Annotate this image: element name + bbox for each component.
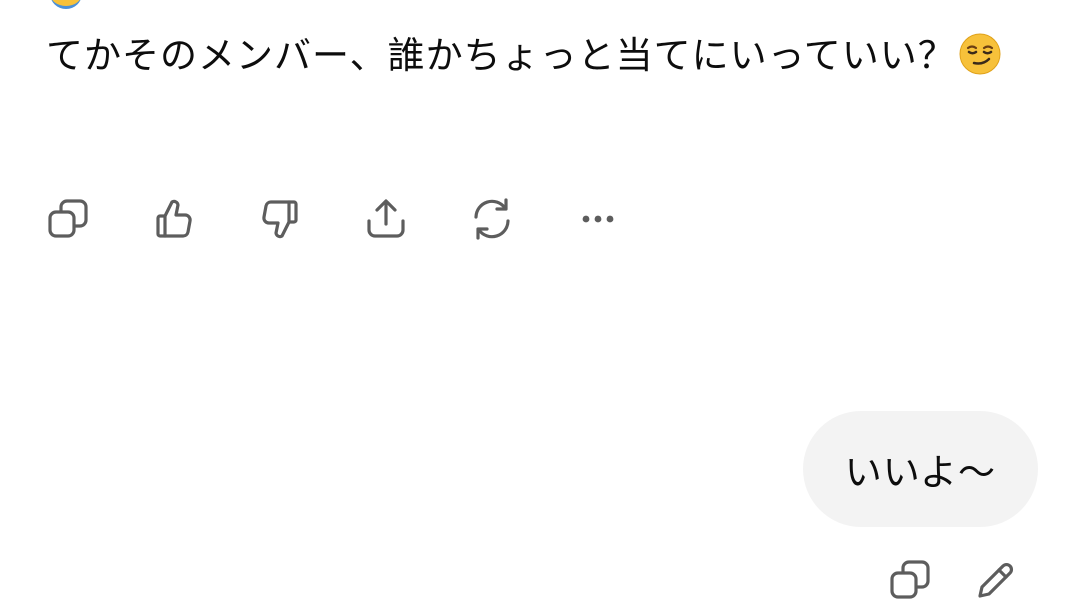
more-icon bbox=[576, 197, 620, 241]
user-copy-button[interactable] bbox=[886, 556, 934, 604]
assistant-message: てかそのメンバー、誰かちょっと当てにいっていい？ bbox=[46, 22, 1006, 90]
copy-icon bbox=[46, 197, 90, 241]
thumbs-down-icon bbox=[258, 197, 302, 241]
user-message-action-bar bbox=[848, 556, 1020, 604]
regenerate-icon bbox=[470, 197, 514, 241]
previous-emoji-fragment bbox=[50, 0, 82, 9]
thumbs-up-icon bbox=[152, 197, 196, 241]
thumbs-down-button[interactable] bbox=[256, 195, 304, 243]
edit-button[interactable] bbox=[972, 556, 1020, 604]
smirking-face-emoji bbox=[958, 30, 1002, 75]
share-icon bbox=[364, 197, 408, 241]
thumbs-up-button[interactable] bbox=[150, 195, 198, 243]
assistant-message-text: てかそのメンバー、誰かちょっと当てにいっていい？ bbox=[46, 34, 956, 77]
more-button[interactable] bbox=[574, 195, 622, 243]
chat-view: てかそのメンバー、誰かちょっと当てにいっていい？ いいよ〜 bbox=[0, 0, 1080, 606]
share-button[interactable] bbox=[362, 195, 410, 243]
copy-icon bbox=[888, 558, 932, 602]
copy-button[interactable] bbox=[44, 195, 92, 243]
regenerate-button[interactable] bbox=[468, 195, 516, 243]
user-message-bubble: いいよ〜 bbox=[802, 411, 1038, 527]
message-action-bar bbox=[44, 195, 680, 243]
user-message-text: いいよ〜 bbox=[844, 451, 996, 494]
edit-icon bbox=[974, 558, 1018, 602]
